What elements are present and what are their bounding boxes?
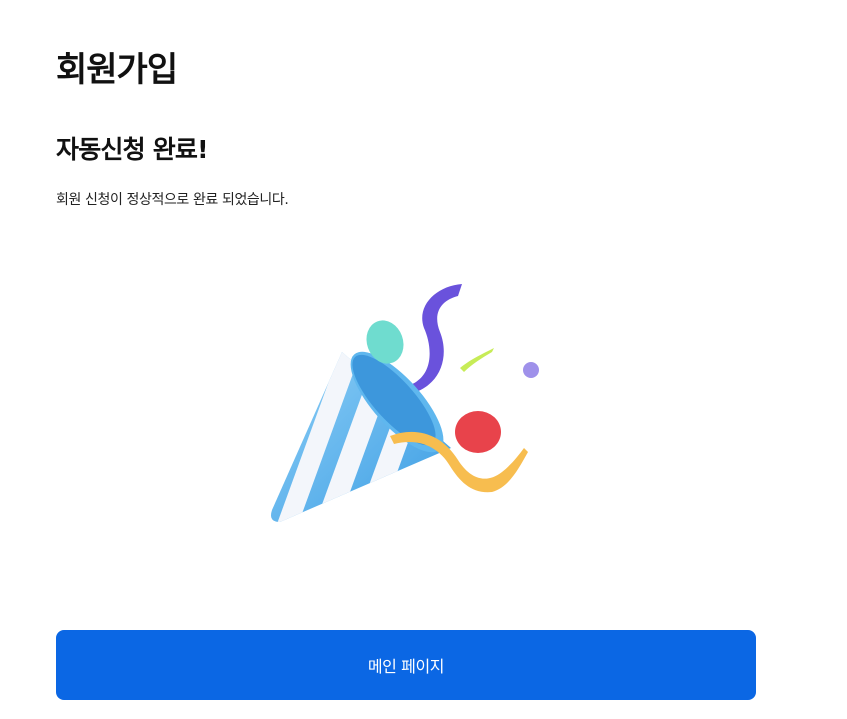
page-title: 회원가입 <box>56 50 178 90</box>
completion-description: 회원 신청이 정상적으로 완료 되었습니다. <box>56 192 289 208</box>
main-page-button[interactable]: 메인 페이지 <box>56 630 756 700</box>
party-popper-illustration <box>266 276 546 532</box>
party-popper-icon <box>271 284 539 522</box>
completion-heading: 자동신청 완료! <box>56 135 209 164</box>
